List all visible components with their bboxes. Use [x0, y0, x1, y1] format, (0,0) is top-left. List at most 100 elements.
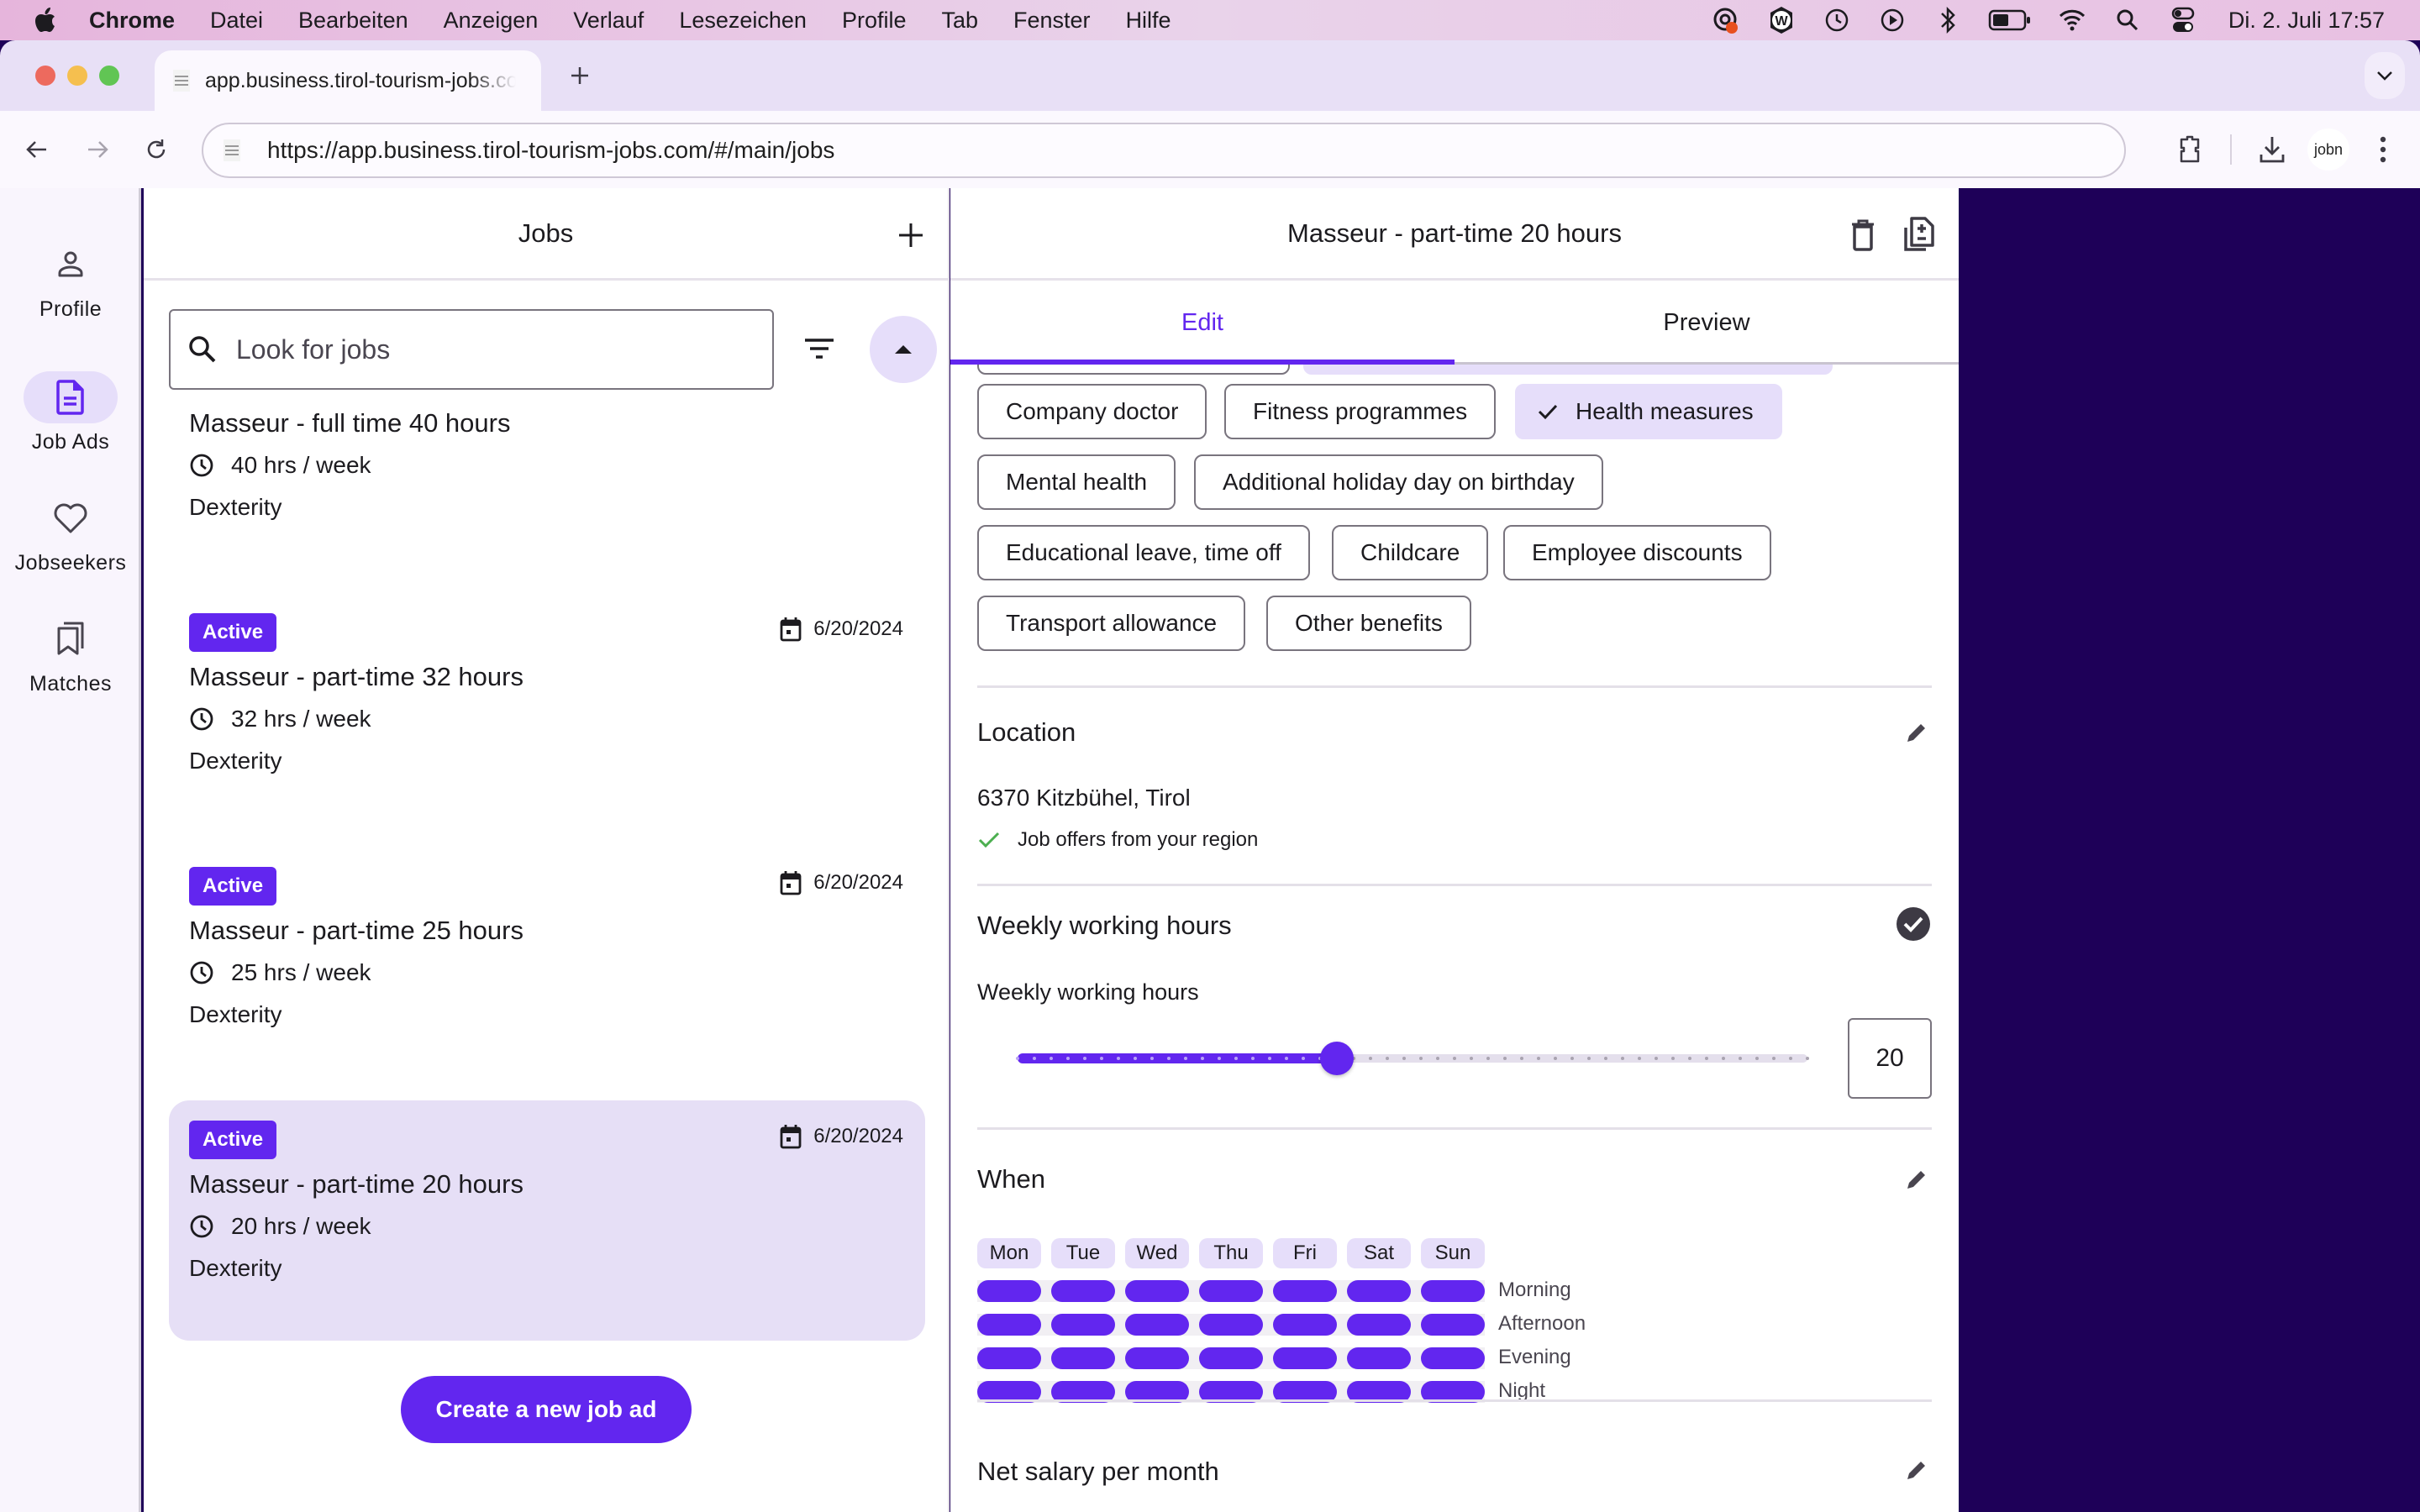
rail-item-job-ads[interactable]: Job Ads: [0, 371, 141, 454]
availability-slot[interactable]: [1199, 1280, 1263, 1302]
availability-slot[interactable]: [1051, 1314, 1115, 1336]
detail-title: Masseur - part-time 20 hours: [1287, 218, 1622, 248]
availability-slot[interactable]: [1421, 1347, 1485, 1369]
slider-thumb[interactable]: [1320, 1042, 1354, 1075]
menu-datei[interactable]: Datei: [210, 8, 263, 34]
availability-slot[interactable]: [977, 1314, 1041, 1336]
add-job-button[interactable]: [892, 217, 929, 254]
weekly-hours-done-button[interactable]: [1895, 906, 1932, 942]
duplicate-document-icon: [1904, 217, 1934, 251]
reload-button[interactable]: [139, 133, 173, 166]
availability-slot[interactable]: [1273, 1347, 1337, 1369]
benefit-chip-other-benefits[interactable]: Other benefits: [1266, 596, 1471, 651]
job-card[interactable]: Active Masseur - full time 40 hours 40 h…: [169, 413, 925, 580]
edit-location-button[interactable]: [1902, 717, 1932, 748]
apple-logo-icon[interactable]: [34, 7, 57, 34]
availability-slot[interactable]: [1125, 1347, 1189, 1369]
availability-slot[interactable]: [1125, 1280, 1189, 1302]
job-card[interactable]: Active 6/20/2024 Masseur - part-time 32 …: [169, 593, 925, 833]
job-card[interactable]: Active 6/20/2024 Masseur - part-time 25 …: [169, 847, 925, 1087]
duplicate-button[interactable]: [1898, 213, 1940, 255]
menu-bearbeiten[interactable]: Bearbeiten: [298, 8, 408, 34]
wifi-icon[interactable]: [2057, 5, 2087, 35]
availability-slot[interactable]: [977, 1347, 1041, 1369]
availability-slot[interactable]: [1051, 1280, 1115, 1302]
benefit-chip-transport-allowance[interactable]: Transport allowance: [977, 596, 1246, 651]
creative-cloud-icon[interactable]: [1711, 5, 1741, 35]
toolbar-separator: [2230, 134, 2232, 165]
tab-search-button[interactable]: [2365, 52, 2405, 99]
job-search-input[interactable]: [236, 333, 740, 365]
minimize-window-button[interactable]: [67, 66, 87, 86]
availability-slot[interactable]: [1421, 1280, 1485, 1302]
weekly-hours-slider[interactable]: [1016, 1042, 1809, 1075]
spotlight-search-icon[interactable]: [2112, 5, 2143, 35]
control-center-icon[interactable]: [2168, 5, 2198, 35]
availability-slot[interactable]: [1273, 1280, 1337, 1302]
menu-profile[interactable]: Profile: [842, 8, 907, 34]
tab-preview[interactable]: Preview: [1455, 281, 1959, 365]
availability-slot[interactable]: [1199, 1347, 1263, 1369]
delete-button[interactable]: [1844, 217, 1881, 254]
slider-tick: [1016, 1057, 1019, 1060]
rail-icon-container: [24, 239, 118, 291]
benefit-chip-health-measures[interactable]: Health measures: [1515, 384, 1782, 439]
site-info-icon[interactable]: [224, 139, 240, 161]
battery-icon[interactable]: [1988, 5, 2032, 35]
filter-button[interactable]: [799, 329, 839, 370]
availability-slot[interactable]: [1051, 1347, 1115, 1369]
back-button[interactable]: [20, 133, 54, 166]
download-icon[interactable]: [2254, 131, 2291, 168]
availability-slot[interactable]: [1347, 1347, 1411, 1369]
availability-slot[interactable]: [1199, 1314, 1263, 1336]
more-menu-icon[interactable]: [2365, 131, 2402, 168]
profile-avatar[interactable]: jobn: [2307, 129, 2349, 171]
benefit-chip-employee-discounts[interactable]: Employee discounts: [1503, 525, 1771, 580]
browser-tab-active[interactable]: app.business.tirol-tourism-jobs.com: [155, 50, 541, 111]
tab-edit[interactable]: Edit: [950, 281, 1455, 365]
menu-lesezeichen[interactable]: Lesezeichen: [679, 8, 807, 34]
bluetooth-icon[interactable]: [1933, 5, 1963, 35]
create-job-ad-button[interactable]: Create a new job ad: [401, 1376, 692, 1443]
rail-item-matches[interactable]: Matches: [0, 613, 141, 696]
close-window-button[interactable]: [35, 66, 55, 86]
edit-when-button[interactable]: [1902, 1164, 1932, 1194]
new-tab-button[interactable]: [565, 60, 595, 91]
menu-app-name[interactable]: Chrome: [89, 8, 175, 34]
benefit-chip-company-doctor[interactable]: Company doctor: [977, 384, 1207, 439]
menubar-clock[interactable]: Di. 2. Juli 17:57: [2228, 8, 2385, 34]
url-text[interactable]: https://app.business.tirol-tourism-jobs.…: [267, 137, 834, 164]
menu-hilfe[interactable]: Hilfe: [1126, 8, 1171, 34]
benefit-chip-fitness-programmes[interactable]: Fitness programmes: [1224, 384, 1497, 439]
availability-slot[interactable]: [1125, 1314, 1189, 1336]
zoom-window-button[interactable]: [99, 66, 119, 86]
availability-slot[interactable]: [977, 1280, 1041, 1302]
rail-item-jobseekers[interactable]: Jobseekers: [0, 492, 141, 575]
availability-slot[interactable]: [1273, 1314, 1337, 1336]
slider-tick: [1789, 1057, 1792, 1060]
job-skill: Dexterity: [189, 494, 282, 520]
collapse-button[interactable]: [870, 316, 937, 383]
rail-item-profile[interactable]: Profile: [0, 239, 141, 322]
address-bar[interactable]: https://app.business.tirol-tourism-jobs.…: [202, 123, 2126, 178]
benefit-chip-birthday-holiday[interactable]: Additional holiday day on birthday: [1194, 454, 1603, 510]
job-search-field[interactable]: [169, 309, 774, 390]
benefit-chip-mental-health[interactable]: Mental health: [977, 454, 1176, 510]
forward-button[interactable]: [81, 133, 114, 166]
menu-fenster[interactable]: Fenster: [1013, 8, 1091, 34]
weekly-hours-input[interactable]: [1848, 1018, 1932, 1099]
menu-anzeigen[interactable]: Anzeigen: [444, 8, 539, 34]
time-machine-icon[interactable]: [1822, 5, 1852, 35]
menu-tab[interactable]: Tab: [941, 8, 978, 34]
extensions-icon[interactable]: [2171, 131, 2208, 168]
play-icon[interactable]: [1877, 5, 1907, 35]
menu-verlauf[interactable]: Verlauf: [573, 8, 644, 34]
benefit-chip-childcare[interactable]: Childcare: [1332, 525, 1489, 580]
availability-slot[interactable]: [1347, 1314, 1411, 1336]
w-icon[interactable]: W: [1766, 5, 1797, 35]
job-card-selected[interactable]: Active 6/20/2024 Masseur - part-time 20 …: [169, 1100, 925, 1341]
availability-slot[interactable]: [1347, 1280, 1411, 1302]
edit-salary-button[interactable]: [1902, 1455, 1932, 1485]
benefit-chip-educational-leave[interactable]: Educational leave, time off: [977, 525, 1310, 580]
availability-slot[interactable]: [1421, 1314, 1485, 1336]
